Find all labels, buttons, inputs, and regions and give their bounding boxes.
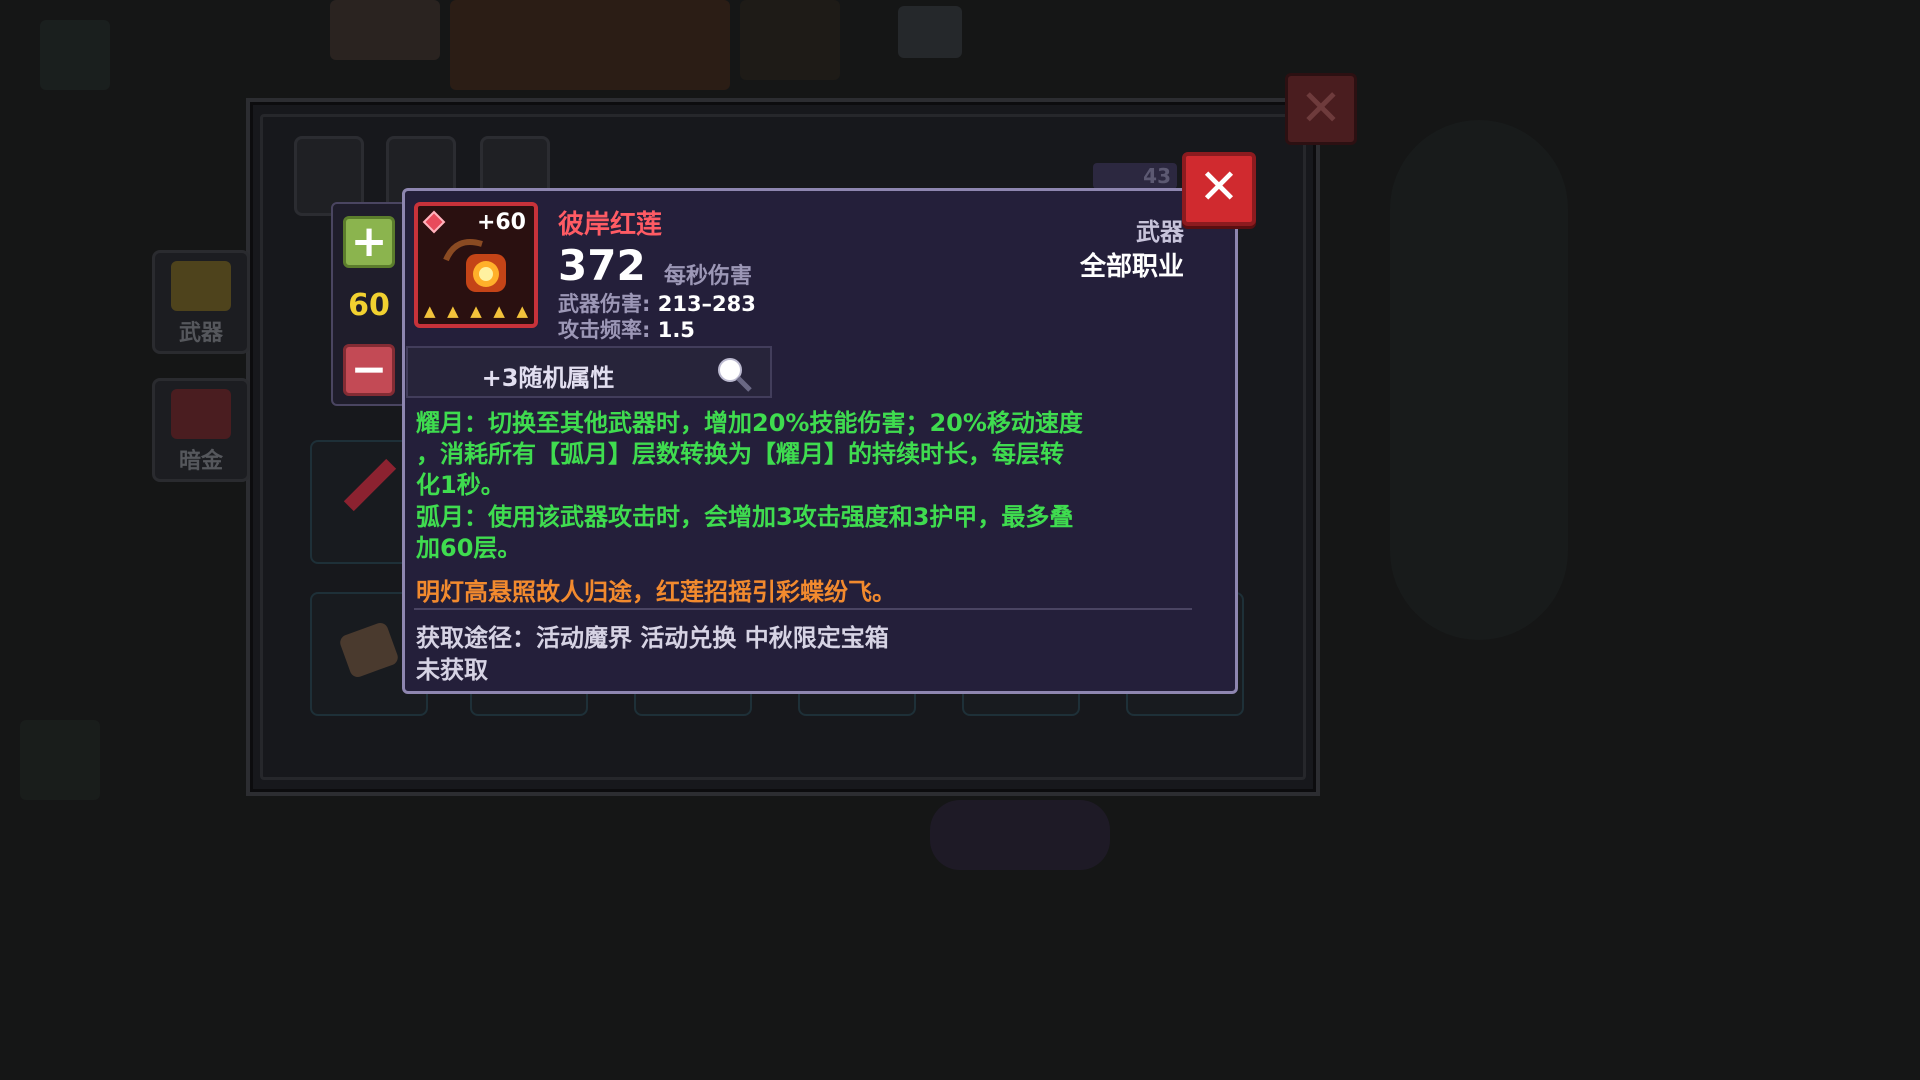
star-icon: ▲ — [447, 302, 459, 320]
background-decoration — [20, 720, 100, 800]
item-name: 彼岸红莲 — [558, 210, 663, 240]
attack-rate-label: 攻击频率: — [558, 318, 651, 342]
item-class: 全部职业 — [1079, 252, 1184, 282]
side-tab-dark-gold[interactable]: 暗金 — [152, 378, 250, 482]
background-decoration — [40, 20, 110, 90]
damage-value: 213–283 — [657, 292, 756, 316]
level-badge: 43 — [1093, 163, 1177, 189]
chest-icon — [171, 389, 231, 439]
decrease-button[interactable]: − — [343, 344, 395, 396]
item-dps: 372 — [558, 241, 646, 290]
rating-stars: ▲ ▲ ▲ ▲ ▲ — [424, 302, 528, 320]
damage-label: 武器伤害: — [558, 292, 651, 316]
close-icon: ✕ — [1198, 159, 1240, 215]
effect-line: 化1秒。 — [416, 471, 505, 499]
background-decoration — [330, 0, 440, 60]
effect-line: 加60层。 — [416, 534, 522, 562]
attack-rate-value: 1.5 — [657, 318, 695, 342]
acquisition-status: 未获取 — [416, 656, 488, 684]
background-decoration — [1390, 120, 1568, 640]
stepper-value: 60 — [348, 288, 390, 323]
star-icon: ▲ — [516, 302, 528, 320]
effect-line: 耀月：切换至其他武器时，增加20%技能伤害；20%移动速度 — [416, 409, 1083, 437]
flavor-text: 明灯高悬照故人归途，红莲招摇引彩蝶纷飞。 — [416, 578, 896, 606]
star-icon: ▲ — [493, 302, 505, 320]
lantern-icon — [443, 239, 506, 292]
quantity-stepper: + 60 − — [331, 202, 407, 406]
increase-button[interactable]: + — [343, 216, 395, 268]
acquisition-source: 获取途径：活动魔界 活动兑换 中秋限定宝箱 — [416, 624, 889, 652]
close-icon: ✕ — [1300, 79, 1342, 137]
background-decoration — [898, 6, 962, 58]
inventory-close-button[interactable]: ✕ — [1285, 73, 1357, 145]
random-attributes-label: +3随机属性 — [481, 364, 615, 392]
random-attributes-button[interactable]: +3随机属性 — [406, 346, 772, 398]
side-tab-label: 暗金 — [178, 449, 223, 474]
background-decoration — [740, 0, 840, 80]
star-icon: ▲ — [424, 302, 436, 320]
tooltip-close-button[interactable]: ✕ — [1182, 152, 1256, 226]
attack-rate-row: 攻击频率: 1.5 — [558, 314, 695, 344]
divider — [414, 608, 1192, 610]
side-tab-weapons[interactable]: 武器 — [152, 250, 250, 354]
background-decoration — [930, 800, 1110, 870]
effect-line: 弧月：使用该武器攻击时，会增加3攻击强度和3护甲，最多叠 — [416, 503, 1074, 531]
side-tab-label: 武器 — [178, 321, 223, 346]
star-icon: ▲ — [470, 302, 482, 320]
sword-icon — [171, 261, 231, 311]
dps-label: 每秒伤害 — [664, 264, 753, 289]
plus-icon: + — [350, 216, 388, 267]
effect-line: ，消耗所有【弧月】层数转换为【耀月】的持续时长，每层转 — [416, 440, 1064, 468]
minus-icon: − — [350, 344, 388, 395]
item-icon: +60 ▲ ▲ ▲ ▲ ▲ — [414, 202, 538, 328]
item-type: 武器 — [1136, 218, 1184, 246]
background-decoration — [450, 0, 730, 90]
magnifier-icon — [718, 358, 752, 392]
